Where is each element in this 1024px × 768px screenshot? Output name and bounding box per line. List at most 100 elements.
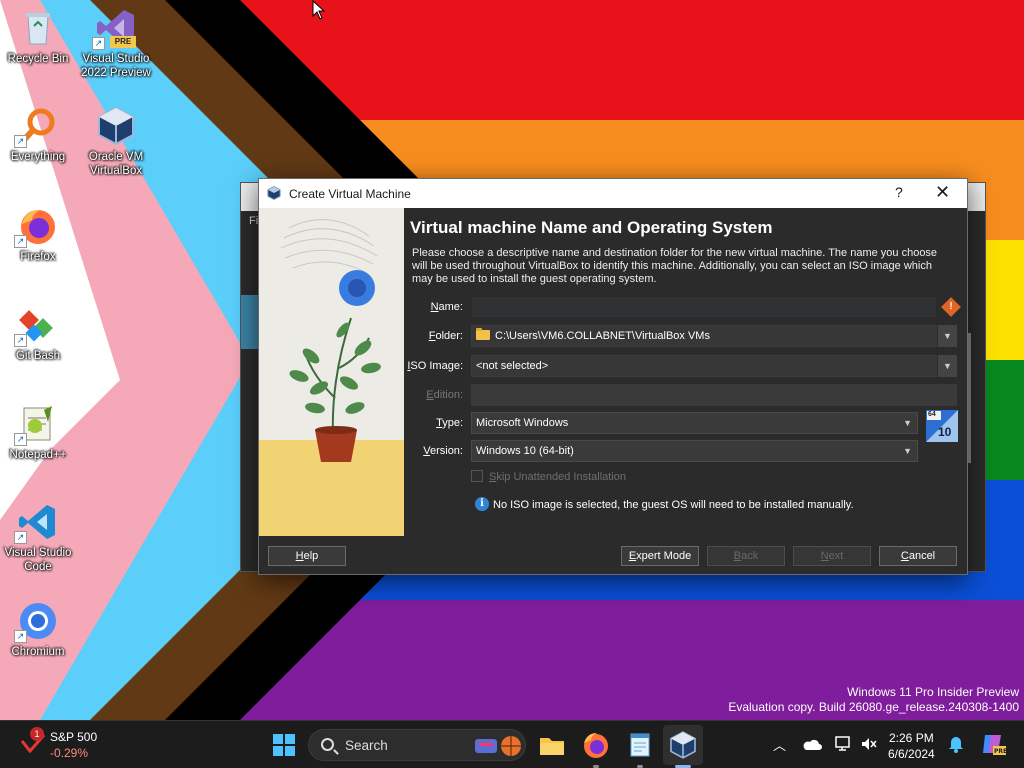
shortcut-arrow-icon: ↗: [14, 531, 27, 544]
folder-combobox[interactable]: C:\Users\VM6.COLLABNET\VirtualBox VMs: [471, 325, 938, 347]
manager-menu-file[interactable]: Fi: [249, 215, 258, 227]
help-button[interactable]: Help: [268, 546, 346, 566]
desktop-icon-recycle-bin[interactable]: Recycle Bin: [0, 8, 78, 66]
desktop-icon-label: Oracle VM VirtualBox: [88, 151, 144, 177]
iso-image-combobox[interactable]: <not selected>: [471, 355, 938, 377]
taskbar-file-explorer[interactable]: [536, 729, 568, 761]
vscode-icon: ↗: [14, 502, 58, 544]
stock-widget-icon[interactable]: 1: [20, 727, 46, 757]
windows-logo-icon: [273, 734, 295, 756]
network-icon[interactable]: [834, 735, 852, 753]
notification-bell-icon[interactable]: [948, 735, 964, 753]
git-bash-icon: ↗: [14, 305, 58, 347]
file-explorer-icon: [540, 738, 564, 755]
svg-text:PRE: PRE: [994, 748, 1006, 755]
taskbar-virtualbox[interactable]: [667, 729, 699, 761]
desktop-icon-everything[interactable]: ↗ Everything: [0, 106, 78, 164]
desktop-icon-notepad-plus-plus[interactable]: ↗ Notepad++: [0, 404, 78, 462]
type-combobox[interactable]: Microsoft Windows ▼: [471, 412, 918, 434]
stock-name[interactable]: S&P 500: [50, 730, 97, 744]
visual-studio-icon: PRE ↗: [92, 8, 136, 50]
edition-label: Edition:: [426, 389, 463, 401]
taskbar-notepad[interactable]: [624, 729, 656, 761]
dialog-titlebar[interactable]: Create Virtual Machine ? ✕: [259, 179, 967, 208]
shortcut-arrow-icon: ↗: [14, 630, 27, 643]
chromium-icon: ↗: [14, 601, 58, 643]
folder-dropdown-arrow-icon[interactable]: ▼: [937, 325, 957, 347]
cancel-button[interactable]: Cancel: [879, 546, 957, 566]
taskbar-firefox[interactable]: [580, 729, 612, 761]
wizard-illustration: [259, 208, 404, 536]
shortcut-arrow-icon: ↗: [14, 135, 27, 148]
desktop-icon-label: Firefox: [20, 251, 56, 263]
info-message: No ISO image is selected, the guest OS w…: [493, 499, 854, 511]
help-icon[interactable]: ?: [895, 184, 903, 200]
everything-search-icon: ↗: [14, 106, 58, 148]
speaker-muted-icon[interactable]: [860, 735, 878, 753]
search-icon: [321, 738, 334, 751]
taskbar-clock[interactable]: 2:26 PM 6/6/2024: [888, 730, 935, 762]
folder-label: Folder:: [428, 330, 463, 342]
shortcut-arrow-icon: ↗: [14, 433, 27, 446]
mouse-cursor-icon: [312, 0, 326, 20]
os-bits-text: 64: [928, 411, 936, 418]
preview-badge: PRE: [110, 36, 136, 48]
virtualbox-icon: [96, 106, 136, 146]
desktop-icon-label: Visual Studio Code: [4, 547, 72, 573]
windows-evaluation-watermark: Windows 11 Pro Insider Preview Evaluatio…: [728, 685, 1019, 715]
recycle-bin-icon: [18, 8, 58, 48]
watermark-line-1: Windows 11 Pro Insider Preview: [847, 685, 1019, 699]
version-label: Version:: [423, 445, 463, 457]
clock-date: 6/6/2024: [888, 747, 935, 761]
stock-change[interactable]: -0.29%: [50, 746, 88, 760]
taskbar-search-box[interactable]: Search: [308, 729, 526, 761]
desktop-icon-visual-studio[interactable]: PRE ↗ Visual Studio 2022 Preview: [76, 8, 156, 80]
dialog-title: Create Virtual Machine: [289, 187, 411, 201]
taskbar: 1 S&P 500 -0.29% Search ︿ 2:26 PM 6/6/20…: [0, 720, 1024, 768]
back-button: Back: [707, 546, 785, 566]
chevron-down-icon: ▼: [903, 418, 912, 428]
search-highlight-icon: [475, 736, 521, 756]
shortcut-arrow-icon: ↗: [92, 37, 105, 50]
desktop-icon-virtualbox[interactable]: Oracle VM VirtualBox: [76, 106, 156, 178]
desktop-icon-git-bash[interactable]: ↗ Git Bash: [0, 305, 78, 363]
copilot-icon[interactable]: PRE: [980, 731, 1006, 757]
name-label: Name:: [430, 301, 463, 313]
notification-badge: 1: [30, 727, 44, 741]
expert-mode-button[interactable]: Expert Mode: [621, 546, 699, 566]
desktop-icon-chromium[interactable]: ↗ Chromium: [0, 601, 78, 659]
info-icon: i: [475, 497, 489, 511]
start-button[interactable]: [268, 729, 300, 761]
virtualbox-icon: [670, 731, 696, 759]
desktop-icon-vscode[interactable]: ↗ Visual Studio Code: [0, 502, 78, 574]
chevron-down-icon: ▼: [903, 446, 912, 456]
skip-unattended-label: Skip Unattended Installation: [489, 471, 626, 483]
show-hidden-icons-chevron-icon[interactable]: ︿: [773, 735, 786, 754]
close-icon[interactable]: ✕: [935, 182, 950, 203]
folder-path: C:\Users\VM6.COLLABNET\VirtualBox VMs: [495, 330, 710, 342]
page-heading: Virtual machine Name and Operating Syste…: [410, 218, 773, 237]
name-input[interactable]: [471, 296, 937, 318]
onedrive-cloud-icon[interactable]: [802, 737, 822, 751]
desktop-icon-label: Recycle Bin: [7, 53, 69, 65]
edition-combobox: [471, 384, 957, 406]
next-button: Next: [793, 546, 871, 566]
search-label: Search: [345, 738, 388, 753]
firefox-icon: ↗: [14, 206, 58, 248]
warning-icon: !: [941, 297, 961, 317]
firefox-icon: [584, 733, 608, 758]
iso-dropdown-arrow-icon[interactable]: ▼: [937, 355, 957, 377]
skip-unattended-checkbox: [471, 470, 483, 482]
desktop-icon-firefox[interactable]: ↗ Firefox: [0, 206, 78, 264]
manager-selected-vm[interactable]: [241, 295, 259, 349]
desktop-icon-label: Notepad++: [9, 449, 67, 461]
type-label: Type:: [436, 417, 463, 429]
notepad-plus-plus-icon: ↗: [14, 404, 58, 446]
iso-label: ISO Image:: [407, 360, 463, 372]
manager-scrollbar[interactable]: [968, 333, 971, 463]
clock-time: 2:26 PM: [889, 731, 934, 745]
desktop-icon-label: Chromium: [11, 646, 65, 658]
watermark-line-2: Evaluation copy. Build 26080.ge_release.…: [728, 700, 1019, 714]
create-vm-dialog: Create Virtual Machine ? ✕ Virtual machi…: [258, 178, 968, 575]
version-combobox[interactable]: Windows 10 (64-bit) ▼: [471, 440, 918, 462]
